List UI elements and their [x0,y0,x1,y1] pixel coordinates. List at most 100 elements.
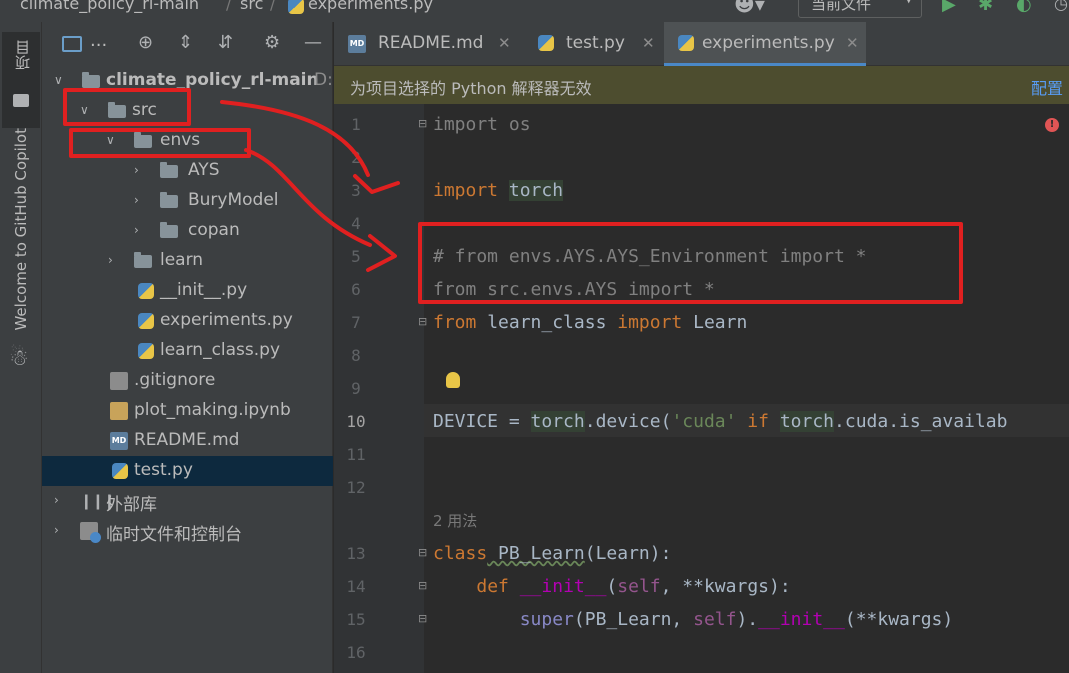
tree-item-test[interactable]: test.py [42,456,333,486]
line-number: 3 [351,181,361,200]
line-number: 14 [346,577,366,596]
chevron-right-icon[interactable]: › [54,523,59,537]
tree-item-label: plot_making.ipynb [134,400,291,420]
line-number: 9 [351,379,361,398]
close-icon[interactable]: ✕ [642,34,655,52]
banner-message: 为项目选择的 Python 解释器无效 [350,79,592,98]
hide-icon[interactable]: — [304,32,322,53]
python-file-icon [538,35,554,51]
project-view-icon[interactable] [62,36,82,52]
tab-experiments[interactable]: experiments.py ✕ [664,22,866,66]
close-icon[interactable]: ✕ [498,34,511,52]
self-token: self [617,576,661,597]
chevron-down-icon[interactable]: ∨ [54,73,63,87]
fold-marker-icon[interactable]: ⊟ [418,546,427,559]
module-token: os [498,114,531,135]
breadcrumb-separator: / [270,0,276,13]
tree-item-label: climate_policy_rl-main [106,70,319,90]
code-token: , **kwargs): [660,576,791,597]
line-number: 1 [351,115,361,134]
tree-item-plot-making[interactable]: plot_making.ipynb [42,396,333,426]
folder-icon [13,94,29,107]
fold-marker-icon[interactable]: ⊟ [418,579,427,592]
line-number: 15 [346,610,366,629]
line-number: 8 [351,346,361,365]
line-number: 16 [346,643,366,662]
markdown-file-icon: MD [110,432,128,450]
tree-item-experiments[interactable]: experiments.py [42,306,333,336]
tree-item-label: .gitignore [134,370,216,390]
fold-marker-icon[interactable]: ⊟ [418,315,427,328]
tree-item-burymodel[interactable]: › BuryModel [42,186,333,216]
tree-item-label: __init__.py [160,280,248,300]
project-tool-button[interactable]: 项目 [2,32,40,128]
magic-method-token: __init__ [758,609,845,630]
usages-hint[interactable]: 2 用法 [433,510,477,531]
expand-all-icon[interactable]: ⇕ [178,32,193,53]
keyword-token: import [433,180,499,201]
tree-item-label: 外部库 [106,495,157,515]
folder-icon [134,252,152,268]
line-number: 5 [351,247,361,266]
locate-icon[interactable]: ⊕ [138,32,153,53]
navigation-bar: climate_policy_rl-main / src / experimen… [0,0,1069,22]
folder-icon [82,72,100,88]
lightbulb-icon[interactable] [446,372,460,388]
chevron-right-icon[interactable]: › [134,163,139,177]
tree-item-init[interactable]: __init__.py [42,276,333,306]
project-tool-label: 项目 [14,40,32,70]
chevron-right-icon[interactable]: › [134,223,139,237]
breadcrumb-project[interactable]: climate_policy_rl-main [20,0,199,13]
tree-item-external-libraries[interactable]: › ❙❙❙ 外部库 [42,486,333,516]
coverage-icon[interactable]: ◐ [1016,0,1032,15]
breadcrumb-folder[interactable]: src [240,0,263,13]
chevron-right-icon[interactable]: › [108,253,113,267]
run-configuration-select[interactable]: 当前文件 ▼ [798,0,922,18]
tree-item-label: README.md [134,430,240,450]
tree-item-label: learn [160,250,204,270]
folder-icon [160,192,178,208]
tree-item-ays[interactable]: › AYS [42,156,333,186]
project-view-dots[interactable]: ... [90,30,107,51]
tree-item-scratches[interactable]: › 临时文件和控制台 [42,516,333,546]
code-editor[interactable]: 1 2 3 4 5 6 7 8 9 10 11 12 13 14 15 16 ⊟… [334,104,1069,673]
package-folder-icon [160,162,178,178]
code-token: ( [606,576,618,597]
code-token: (Learn): [584,543,672,564]
debug-icon[interactable]: ✱ [978,0,993,15]
breadcrumb-file[interactable]: experiments.py [308,0,433,13]
chevron-down-icon: ▼ [905,0,913,5]
configure-link[interactable]: 配置 [1031,75,1063,99]
line-number: 11 [346,445,366,464]
tree-item-gitignore[interactable]: .gitignore [42,366,333,396]
run-icon[interactable]: ▶ [942,0,956,15]
keyword-token: class [433,543,488,564]
tree-item-readme[interactable]: MD README.md [42,426,333,456]
tab-label: test.py [566,33,625,53]
close-icon[interactable]: ✕ [846,34,859,52]
string-token: 'cuda' [671,411,737,432]
code-token: DEVICE = [433,411,531,432]
user-icon[interactable]: ☻▾ [734,0,765,16]
copilot-tool-button[interactable]: Welcome to GitHub Copilot ☃ [2,128,40,388]
clock-icon [90,532,101,543]
code-line-7: from learn_class import Learn [433,312,747,333]
profile-icon[interactable]: ◷ [1054,0,1068,13]
tab-readme[interactable]: MD README.md ✕ [334,22,520,66]
keyword-token: def [476,576,509,597]
collapse-all-icon[interactable]: ⇵ [218,32,233,53]
error-indicator-icon[interactable]: ! [1045,118,1059,132]
code-line-13: class PB_Learn(Learn): [433,543,671,564]
tab-test[interactable]: test.py ✕ [526,22,662,66]
fold-marker-icon[interactable]: ⊟ [418,612,427,625]
tree-item-learn[interactable]: › learn [42,246,333,276]
tree-item-copan[interactable]: › copan [42,216,333,246]
chevron-right-icon[interactable]: › [54,493,59,507]
chevron-right-icon[interactable]: › [134,193,139,207]
line-number: 10 [346,412,366,431]
gear-icon[interactable]: ⚙ [264,32,280,53]
fold-marker-icon[interactable]: ⊟ [418,117,427,130]
tree-item-learn-class[interactable]: learn_class.py [42,336,333,366]
code-token: (PB_Learn, [573,609,694,630]
